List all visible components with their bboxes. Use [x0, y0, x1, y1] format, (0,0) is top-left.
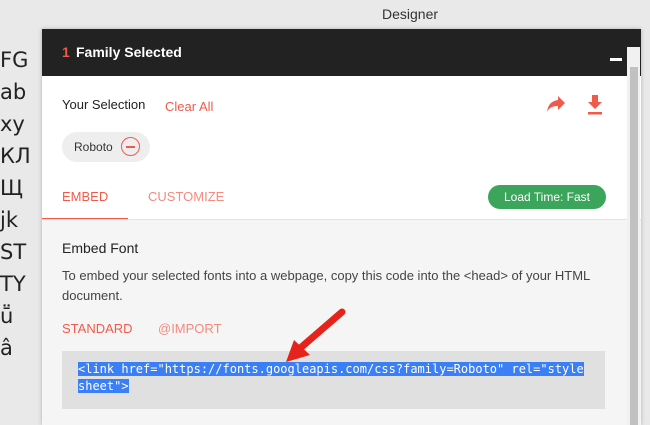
drawer-header[interactable]: 1 Family Selected: [42, 29, 641, 76]
code-line-2[interactable]: sheet">: [78, 379, 129, 393]
selected-count: 1: [62, 44, 70, 60]
your-selection-heading: Your Selection: [62, 97, 146, 112]
specimen-row: â: [0, 336, 13, 360]
font-chip-roboto: Roboto: [62, 132, 150, 162]
red-annotation-arrow: [286, 308, 346, 362]
tab-customize[interactable]: CUSTOMIZE: [148, 189, 224, 204]
specimen-row: FG: [0, 48, 29, 72]
specimen-row: ab: [0, 80, 27, 104]
specimen-row: TY: [0, 272, 26, 296]
specimen-row: xy: [0, 112, 25, 136]
background-header-label: Designer: [382, 6, 439, 22]
minimize-icon[interactable]: [610, 58, 622, 61]
embed-code-text[interactable]: <link href="https://fonts.googleapis.com…: [78, 361, 598, 395]
chip-label: Roboto: [74, 140, 113, 154]
share-icon[interactable]: [546, 95, 566, 113]
specimen-row: Щ: [0, 176, 23, 200]
specimen-row: ST: [0, 240, 27, 264]
drawer-title: Family Selected: [76, 44, 182, 60]
option-standard[interactable]: STANDARD: [62, 321, 133, 336]
tab-embed[interactable]: EMBED: [62, 189, 108, 204]
load-time-badge: Load Time: Fast: [488, 185, 606, 209]
embed-font-heading: Embed Font: [62, 240, 139, 256]
font-specimen-background: FG ab xy КЛ Щ jk ST TY ṻ â: [0, 44, 42, 364]
remove-circle-icon[interactable]: [121, 137, 140, 156]
option-import[interactable]: @IMPORT: [158, 321, 222, 336]
specimen-row: jk: [0, 208, 18, 232]
scrollbar-thumb[interactable]: [630, 67, 638, 425]
specimen-row: КЛ: [0, 144, 31, 168]
drawer-scrollbar[interactable]: [627, 47, 640, 425]
download-icon[interactable]: [587, 95, 603, 115]
specimen-row: ṻ: [0, 304, 14, 328]
embed-description: To embed your selected fonts into a webp…: [62, 268, 590, 303]
clear-all-button[interactable]: Clear All: [165, 99, 213, 114]
